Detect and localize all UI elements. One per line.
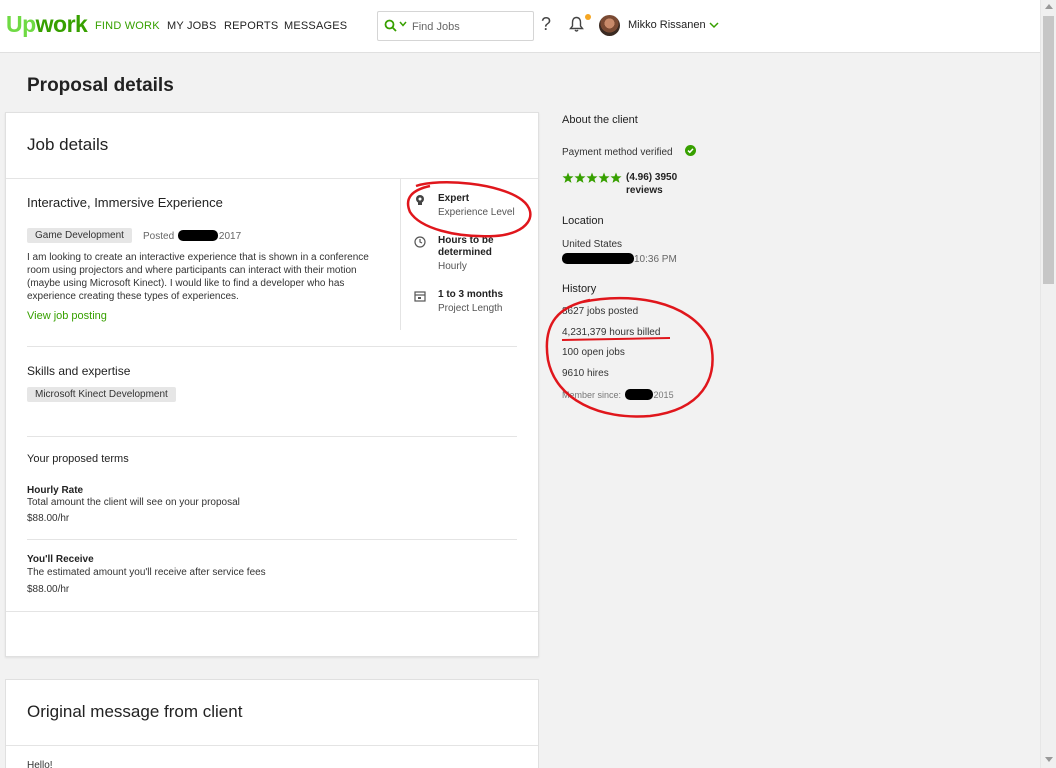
search-type-chevron-icon[interactable] xyxy=(399,21,407,27)
divider xyxy=(6,745,538,746)
divider xyxy=(27,436,517,437)
redaction-mark xyxy=(624,389,653,400)
client-rating: (4.96) 3950 xyxy=(626,172,678,183)
scroll-up-arrow-icon[interactable] xyxy=(1045,4,1053,9)
job-title: Interactive, Immersive Experience xyxy=(27,195,223,210)
page-title: Proposal details xyxy=(27,75,174,96)
annotation-underline-hours xyxy=(561,337,671,341)
help-icon[interactable]: ? xyxy=(541,14,551,35)
location-heading: Location xyxy=(562,215,604,227)
original-message-heading: Original message from client xyxy=(27,702,243,721)
notifications-bell-icon[interactable] xyxy=(569,16,584,33)
scrollbar-thumb[interactable] xyxy=(1043,16,1054,284)
you-receive-description: The estimated amount you'll receive afte… xyxy=(27,567,266,578)
client-country: United States xyxy=(562,239,623,250)
star-rating-icon xyxy=(562,172,622,183)
client-local-time: 10:36 PM xyxy=(562,253,677,265)
search-input[interactable] xyxy=(412,18,527,35)
page-scrollbar[interactable] xyxy=(1040,0,1056,768)
message-greeting: Hello! xyxy=(27,760,53,768)
you-receive-value: $88.00/hr xyxy=(27,584,70,595)
redaction-mark xyxy=(177,230,218,241)
jobs-posted: 8627 jobs posted xyxy=(562,306,639,317)
divider xyxy=(6,611,538,612)
nav-reports[interactable]: REPORTS xyxy=(224,20,278,32)
hires: 9610 hires xyxy=(562,368,609,379)
view-job-posting-link[interactable]: View job posting xyxy=(27,310,107,322)
hours-billed: 4,231,379 hours billed xyxy=(562,327,661,338)
original-message-card: Original message from client Hello! xyxy=(5,679,539,768)
job-description: I am looking to create an interactive ex… xyxy=(27,252,369,302)
member-since: Member since: 2015 xyxy=(562,389,674,400)
history-heading: History xyxy=(562,283,597,295)
proposed-terms-heading: Your proposed terms xyxy=(27,453,129,465)
notification-badge xyxy=(585,14,591,20)
skills-heading: Skills and expertise xyxy=(27,364,131,378)
hourly-rate-value: $88.00/hr xyxy=(27,513,70,524)
calendar-icon xyxy=(414,291,426,302)
about-client-heading: About the client xyxy=(562,114,638,126)
skill-tag[interactable]: Microsoft Kinect Development xyxy=(27,387,176,402)
divider xyxy=(27,346,517,347)
posted-date: Posted 2017 xyxy=(143,230,242,242)
nav-messages[interactable]: MESSAGES xyxy=(284,20,347,32)
nav-my-jobs[interactable]: MY JOBS xyxy=(167,20,217,32)
scroll-down-arrow-icon[interactable] xyxy=(1045,757,1053,762)
payment-verified: Payment method verified xyxy=(562,145,697,158)
clock-icon xyxy=(414,236,426,248)
redaction-mark xyxy=(562,253,634,264)
nav-find-work[interactable]: FIND WORK xyxy=(95,20,160,32)
lightbulb-icon xyxy=(416,195,424,205)
job-details-heading: Job details xyxy=(27,135,109,154)
hourly-rate-title: Hourly Rate xyxy=(27,485,84,496)
open-jobs: 100 open jobs xyxy=(562,347,625,358)
avatar[interactable] xyxy=(599,15,620,36)
chevron-down-icon[interactable] xyxy=(709,22,719,29)
job-details-header: Job details xyxy=(6,113,538,179)
you-receive-title: You'll Receive xyxy=(27,554,94,565)
search-box xyxy=(377,11,534,41)
divider xyxy=(27,539,517,540)
category-tag[interactable]: Game Development xyxy=(27,228,132,243)
user-name[interactable]: Mikko Rissanen xyxy=(628,19,706,31)
upwork-logo[interactable]: Upwork xyxy=(6,11,88,38)
job-details-card: Job details Interactive, Immersive Exper… xyxy=(5,112,539,657)
hourly-rate-description: Total amount the client will see on your… xyxy=(27,497,240,508)
top-navigation-bar: Upwork FIND WORK MY JOBS REPORTS MESSAGE… xyxy=(0,0,1040,53)
divider xyxy=(400,179,401,330)
verified-check-icon xyxy=(685,145,697,156)
client-reviews-label: reviews xyxy=(626,185,663,196)
search-icon[interactable] xyxy=(384,19,397,32)
